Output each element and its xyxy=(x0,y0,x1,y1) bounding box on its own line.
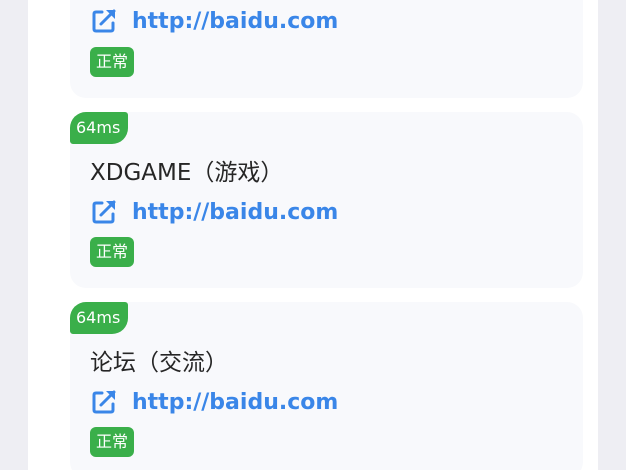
site-link[interactable]: http://baidu.com xyxy=(90,7,338,35)
external-link-icon xyxy=(92,390,116,414)
site-card[interactable]: http://baidu.com 正常 xyxy=(70,0,583,98)
site-url[interactable]: http://baidu.com xyxy=(132,9,338,34)
site-card[interactable]: 64ms XDGAME（游戏） http://baidu.com 正常 xyxy=(70,112,583,288)
site-title: XDGAME（游戏） xyxy=(90,160,284,186)
site-title: 论坛（交流） xyxy=(90,350,228,376)
status-badge: 正常 xyxy=(90,237,135,267)
status-badge: 正常 xyxy=(90,47,135,77)
latency-badge: 64ms xyxy=(70,112,129,144)
site-url[interactable]: http://baidu.com xyxy=(132,390,338,415)
site-link[interactable]: http://baidu.com xyxy=(90,198,338,226)
site-url[interactable]: http://baidu.com xyxy=(132,200,338,225)
site-list-panel: http://baidu.com 正常 64ms XDGAME（游戏） http… xyxy=(28,0,598,470)
external-link-icon xyxy=(92,9,116,33)
external-link-icon xyxy=(92,200,116,224)
latency-badge: 64ms xyxy=(70,302,129,334)
status-badge: 正常 xyxy=(90,427,135,457)
site-card[interactable]: 64ms 论坛（交流） http://baidu.com 正常 xyxy=(70,302,583,470)
site-link[interactable]: http://baidu.com xyxy=(90,388,338,416)
